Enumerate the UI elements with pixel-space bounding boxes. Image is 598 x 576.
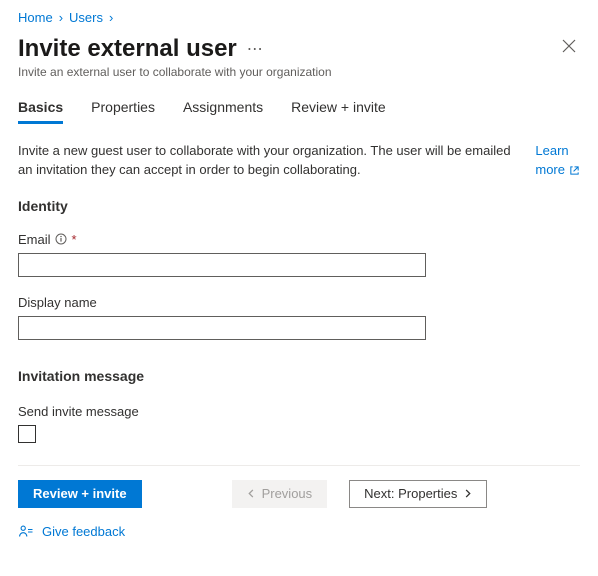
give-feedback-link[interactable]: Give feedback (18, 524, 125, 540)
tab-basics[interactable]: Basics (18, 99, 63, 124)
next-button[interactable]: Next: Properties (349, 480, 487, 508)
review-invite-button[interactable]: Review + invite (18, 480, 142, 508)
section-identity-title: Identity (18, 198, 580, 214)
email-label: Email (18, 232, 51, 247)
breadcrumb: Home › Users › (18, 10, 580, 25)
chevron-right-icon: › (59, 10, 63, 25)
learn-more-label-2: more (535, 161, 565, 180)
external-link-icon (569, 165, 580, 176)
intro-text: Invite a new guest user to collaborate w… (18, 142, 521, 180)
more-actions-button[interactable]: ⋯ (247, 39, 263, 59)
divider (18, 465, 580, 466)
breadcrumb-link-users[interactable]: Users (69, 10, 103, 25)
learn-more-label-1: Learn (535, 142, 568, 161)
previous-label: Previous (262, 486, 313, 501)
info-icon[interactable] (55, 233, 68, 246)
tab-properties[interactable]: Properties (91, 99, 155, 124)
tab-review-invite[interactable]: Review + invite (291, 99, 386, 124)
give-feedback-label: Give feedback (42, 524, 125, 539)
tab-assignments[interactable]: Assignments (183, 99, 263, 124)
send-invite-label: Send invite message (18, 404, 139, 419)
breadcrumb-link-home[interactable]: Home (18, 10, 53, 25)
close-button[interactable] (558, 35, 580, 57)
chevron-right-icon: › (109, 10, 113, 25)
page-title: Invite external user (18, 35, 237, 63)
display-name-field[interactable] (18, 316, 426, 340)
page-subtitle: Invite an external user to collaborate w… (18, 65, 580, 79)
feedback-icon (18, 524, 34, 540)
close-icon (562, 39, 576, 53)
email-field[interactable] (18, 253, 426, 277)
previous-button: Previous (232, 480, 328, 508)
chevron-left-icon (247, 489, 256, 498)
learn-more-link[interactable]: Learn more (535, 142, 580, 180)
next-label: Next: Properties (364, 486, 457, 501)
send-invite-checkbox[interactable] (18, 425, 36, 443)
display-name-label: Display name (18, 295, 97, 310)
chevron-right-icon (463, 489, 472, 498)
section-invitation-title: Invitation message (18, 368, 580, 384)
required-indicator: * (72, 232, 77, 247)
tabs: Basics Properties Assignments Review + i… (18, 99, 580, 124)
